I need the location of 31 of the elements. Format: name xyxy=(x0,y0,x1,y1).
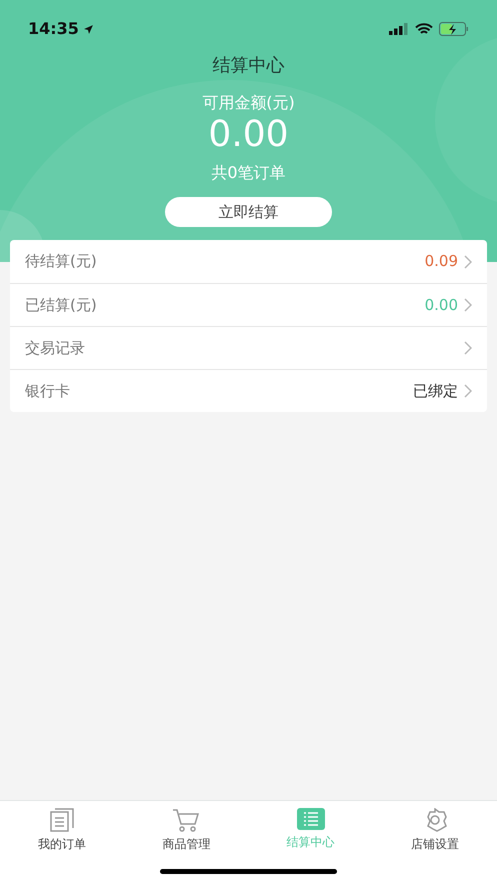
order-count: 共0笔订单 xyxy=(211,162,286,184)
menu-row[interactable]: 交易记录 xyxy=(10,326,487,369)
chevron-right-icon xyxy=(464,341,472,355)
menu-row[interactable]: 待结算(元) 0.09 xyxy=(10,240,487,283)
cart-icon xyxy=(172,808,200,832)
chevron-right-icon xyxy=(464,384,472,398)
row-label: 已结算(元) xyxy=(25,294,98,316)
tab-item[interactable]: 我的订单 xyxy=(0,801,124,853)
battery-charging-icon xyxy=(439,22,469,36)
status-time: 14:35 xyxy=(28,18,79,40)
location-arrow-icon xyxy=(82,24,94,34)
wifi-icon xyxy=(415,22,433,36)
row-label: 交易记录 xyxy=(25,338,86,359)
settle-button[interactable]: 立即结算 xyxy=(165,197,332,227)
tab-item[interactable]: 店铺设置 xyxy=(372,801,497,853)
menu-row[interactable]: 银行卡 已绑定 xyxy=(10,369,487,412)
row-label: 待结算(元) xyxy=(25,251,98,272)
chevron-right-icon xyxy=(464,254,472,268)
signal-icon xyxy=(389,23,409,35)
balance-label: 可用金额(元) xyxy=(202,92,295,114)
row-value: 已绑定 xyxy=(413,380,458,402)
row-value: 0.09 xyxy=(424,251,458,272)
menu-row[interactable]: 已结算(元) 0.00 xyxy=(10,283,487,326)
list-icon xyxy=(296,808,325,830)
row-label: 银行卡 xyxy=(25,380,71,402)
tab-item[interactable]: 商品管理 xyxy=(124,801,248,853)
row-value: 0.00 xyxy=(424,294,458,316)
page-title: 结算中心 xyxy=(212,54,284,78)
chevron-right-icon xyxy=(464,298,472,312)
balance-amount: 0.00 xyxy=(208,115,289,155)
document-icon xyxy=(49,808,76,832)
